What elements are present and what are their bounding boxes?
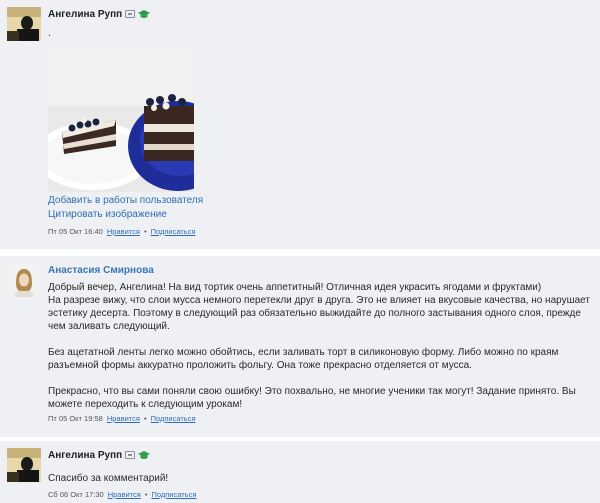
like-button[interactable]: Нравится [107,227,140,236]
post-date: Сб 06 Окт 17:30 [48,489,104,499]
separator: • [143,226,147,236]
graduation-cap-icon [138,9,151,18]
tutor-avatar[interactable] [7,263,41,297]
comment-post-3: Ангелина Рупп Спасибо за комментарий! Сб… [0,441,600,503]
add-to-works-link[interactable]: Добавить в работы пользователя [48,194,590,208]
id-card-icon [125,451,136,459]
subscribe-button[interactable]: Подписаться [151,227,196,236]
cake-photo[interactable] [48,46,194,192]
post-text: Спасибо за комментарий! [48,473,169,484]
user-avatar[interactable] [7,7,41,41]
author-name[interactable]: Ангелина Рупп [48,9,122,20]
paragraph: Без ацетатной ленты легко можно обойтись… [48,347,559,371]
separator: • [144,489,148,499]
paragraph: На разрезе вижу, что слои мусса немного … [48,295,590,332]
post-date: Пт 05 Окт 16:40 [48,226,103,236]
post-text: Добрый вечер, Ангелина! На вид тортик оч… [48,281,590,411]
like-button[interactable]: Нравится [108,490,141,499]
paragraph: Прекрасно, что вы сами поняли свою ошибк… [48,386,576,410]
id-card-icon [125,10,136,18]
like-button[interactable]: Нравится [107,414,140,423]
author-name[interactable]: Анастасия Смирнова [48,265,154,276]
post-date: Пт 05 Окт 19:58 [48,413,103,423]
subscribe-button[interactable]: Подписаться [151,414,196,423]
author-name[interactable]: Ангелина Рупп [48,450,122,461]
graduation-cap-icon [138,450,151,459]
user-avatar[interactable] [7,448,41,482]
paragraph: Добрый вечер, Ангелина! На вид тортик оч… [48,282,542,293]
comment-post-2: Анастасия Смирнова Добрый вечер, Ангелин… [0,256,600,437]
subscribe-button[interactable]: Подписаться [151,490,196,499]
comment-post-1: Ангелина Рупп . Добавить в работы пользо… [0,0,600,249]
post-text: . [48,28,51,39]
quote-image-link[interactable]: Цитировать изображение [48,208,590,222]
separator: • [143,413,147,423]
